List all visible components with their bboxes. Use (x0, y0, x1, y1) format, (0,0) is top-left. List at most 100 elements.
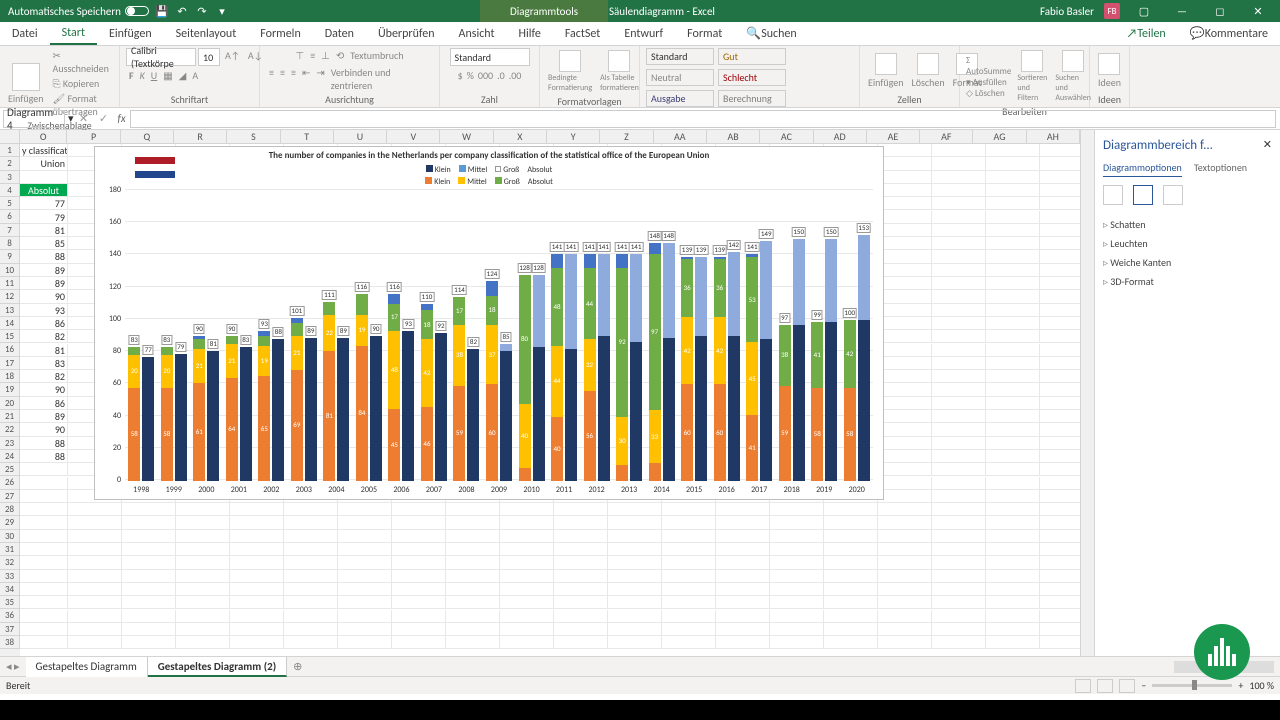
align-right-icon[interactable]: ≡ (291, 66, 296, 92)
page-break-icon[interactable] (1119, 679, 1135, 693)
tab-hilfe[interactable]: Hilfe (507, 22, 553, 45)
enter-formula-icon[interactable]: ✓ (94, 112, 114, 125)
new-sheet-button[interactable]: ⊕ (287, 660, 308, 673)
normal-view-icon[interactable] (1075, 679, 1091, 693)
search-box[interactable]: 🔍 Suchen (734, 22, 808, 45)
tab-entwurf[interactable]: Entwurf (612, 22, 675, 45)
italic-button[interactable]: K (140, 69, 145, 82)
find-button[interactable]: Suchen und Auswählen (1053, 48, 1093, 105)
zoom-out-icon[interactable]: − (1141, 679, 1146, 692)
row-headers[interactable]: 1234567891011121314151617181920212223242… (0, 130, 20, 656)
delete-cells-button[interactable]: Löschen (910, 51, 947, 91)
avatar[interactable]: FB (1104, 3, 1120, 19)
size-props-icon[interactable] (1163, 185, 1183, 205)
fx-icon[interactable]: fx (114, 112, 130, 125)
save-icon[interactable]: 💾 (155, 4, 169, 18)
style-schlecht[interactable]: Schlecht (718, 69, 786, 86)
currency-icon[interactable]: $ (458, 69, 463, 82)
fmt-shadow[interactable]: Schatten (1103, 215, 1272, 234)
bold-button[interactable]: F (129, 69, 134, 82)
comma-icon[interactable]: 000 (478, 69, 493, 82)
paste-button[interactable]: Einfügen (6, 61, 46, 107)
fmt-3d[interactable]: 3D-Format (1103, 272, 1272, 291)
orientation-icon[interactable]: ⟲ (336, 49, 344, 62)
ribbon-options-icon[interactable]: ▢ (1130, 5, 1158, 18)
grow-font-icon[interactable]: A↑ (222, 48, 243, 66)
tab-formeln[interactable]: Formeln (248, 22, 312, 45)
share-button[interactable]: ↗ Teilen (1115, 22, 1178, 45)
indent-dec-icon[interactable]: ⇤ (302, 66, 310, 92)
inc-dec-icon[interactable]: .0 (497, 69, 505, 82)
percent-icon[interactable]: % (467, 69, 474, 82)
fmt-glow[interactable]: Leuchten (1103, 234, 1272, 253)
underline-button[interactable]: U (151, 69, 157, 82)
tab-ueberpruefen[interactable]: Überprüfen (366, 22, 447, 45)
ideas-button[interactable]: Ideen (1096, 51, 1123, 91)
fmt-soft-edges[interactable]: Weiche Kanten (1103, 253, 1272, 272)
undo-icon[interactable]: ↶ (175, 4, 189, 18)
formula-input[interactable] (130, 110, 1276, 128)
fill-line-icon[interactable] (1103, 185, 1123, 205)
sort-filter-button[interactable]: Sortieren und Filtern (1015, 48, 1049, 105)
align-left-icon[interactable]: ≡ (269, 66, 274, 92)
tab-ansicht[interactable]: Ansicht (447, 22, 507, 45)
tab-daten[interactable]: Daten (313, 22, 366, 45)
style-neutral[interactable]: Neutral (646, 69, 714, 86)
fmt-tab-text[interactable]: Textoptionen (1194, 161, 1247, 177)
number-format-select[interactable]: Standard (450, 48, 530, 66)
font-color-button[interactable]: A (192, 69, 198, 82)
align-top-icon[interactable]: ⊤ (295, 49, 304, 62)
fill-button[interactable]: ▾ Ausfüllen (966, 77, 1011, 88)
fmt-tab-chart[interactable]: Diagrammoptionen (1103, 161, 1182, 177)
tab-start[interactable]: Start (50, 22, 97, 45)
fill-color-button[interactable]: ◢ (179, 69, 187, 82)
zoom-slider[interactable] (1152, 684, 1232, 687)
close-icon[interactable]: ✕ (1244, 5, 1272, 18)
cancel-formula-icon[interactable]: ✕ (74, 112, 94, 125)
border-button[interactable]: ▦ (163, 69, 172, 82)
tab-datei[interactable]: Datei (0, 22, 50, 45)
style-berechnung[interactable]: Berechnung (718, 90, 786, 107)
style-gut[interactable]: Gut (718, 48, 786, 65)
font-name-select[interactable]: Calibri (Textkörpe (126, 48, 196, 66)
tab-factset[interactable]: FactSet (553, 22, 612, 45)
align-center-icon[interactable]: ≡ (280, 66, 285, 92)
minimize-icon[interactable]: — (1168, 5, 1196, 18)
clear-button[interactable]: ◇ Löschen (966, 88, 1011, 99)
vertical-scrollbar[interactable] (1080, 130, 1094, 656)
merge-button[interactable]: Verbinden und zentrieren (331, 66, 430, 92)
table-format-button[interactable]: Als Tabelle formatieren (598, 48, 641, 95)
align-bot-icon[interactable]: ⊥ (321, 49, 330, 62)
page-layout-icon[interactable] (1097, 679, 1113, 693)
tab-einfuegen[interactable]: Einfügen (97, 22, 164, 45)
chart-object[interactable]: The number of companies in the Netherlan… (94, 146, 884, 500)
insert-cells-button[interactable]: Einfügen (866, 51, 906, 91)
sheet-nav[interactable]: ◂ ▸ (0, 660, 26, 673)
name-box[interactable]: Diagramm 4 (3, 110, 65, 128)
zoom-in-icon[interactable]: + (1238, 679, 1243, 692)
cond-format-button[interactable]: Bedingte Formatierung (546, 48, 594, 95)
comments-button[interactable]: 💬 Kommentare (1178, 22, 1280, 45)
toggle-icon[interactable] (125, 6, 149, 16)
autosum-button[interactable]: Σ AutoSumme (966, 55, 1011, 77)
format-pane-close-icon[interactable]: ✕ (1263, 138, 1272, 161)
copy-button[interactable]: ⎘ Kopieren (50, 76, 113, 91)
qat-more-icon[interactable]: ▾ (215, 4, 229, 18)
redo-icon[interactable]: ↷ (195, 4, 209, 18)
wrap-button[interactable]: Textumbruch (350, 49, 403, 62)
tab-seitenlayout[interactable]: Seitenlayout (164, 22, 249, 45)
column-headers[interactable]: OPQRSTUVWXYZAAABACADAEAFAGAH (20, 130, 1080, 144)
autosave-toggle[interactable]: Automatisches Speichern (8, 5, 149, 18)
font-size-select[interactable]: 10 (198, 48, 220, 66)
dec-dec-icon[interactable]: .00 (509, 69, 522, 82)
indent-inc-icon[interactable]: ⇥ (316, 66, 324, 92)
cut-button[interactable]: ✂ Ausschneiden (50, 48, 113, 76)
sheet-tab-2[interactable]: Gestapeltes Diagramm (2) (148, 657, 287, 677)
effects-icon[interactable] (1133, 185, 1153, 205)
align-mid-icon[interactable]: ≡ (310, 49, 315, 62)
style-standard[interactable]: Standard (646, 48, 714, 65)
maximize-icon[interactable]: ◻ (1206, 5, 1234, 18)
tab-format[interactable]: Format (675, 22, 734, 45)
style-ausgabe[interactable]: Ausgabe (646, 90, 714, 107)
sheet-tab-1[interactable]: Gestapeltes Diagramm (26, 657, 148, 677)
